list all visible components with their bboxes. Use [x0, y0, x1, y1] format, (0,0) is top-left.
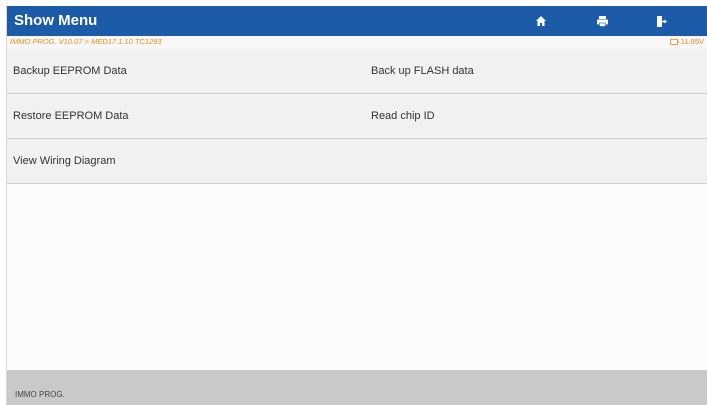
menu-item-backup-flash[interactable]: Back up FLASH data — [357, 49, 707, 93]
exit-icon[interactable] — [647, 6, 677, 36]
path-bar: IMMO PROG. V10.07 > MED17.1.10 TC1293 11… — [7, 36, 707, 49]
voltage-value: 11.95V — [680, 37, 704, 46]
menu-item-backup-eeprom[interactable]: Backup EEPROM Data — [7, 49, 357, 93]
home-icon[interactable] — [526, 6, 556, 36]
title-bar: Show Menu — [7, 6, 707, 36]
menu-row: Restore EEPROM Data Read chip ID — [7, 94, 707, 139]
menu-row: View Wiring Diagram — [7, 139, 707, 184]
battery-icon — [669, 38, 679, 45]
footer-bar: IMMO PROG. — [7, 370, 707, 405]
breadcrumb: IMMO PROG. V10.07 > MED17.1.10 TC1293 — [10, 37, 162, 46]
battery-voltage: 11.95V — [669, 37, 704, 46]
empty-area — [7, 184, 707, 376]
app-window: Show Menu IMMO PROG. V10.07 > MED17.1.10… — [6, 6, 707, 405]
menu-item-read-chip-id[interactable]: Read chip ID — [357, 94, 707, 138]
exit-icon-glyph — [657, 15, 667, 27]
menu-row: Backup EEPROM Data Back up FLASH data — [7, 49, 707, 94]
page-title: Show Menu — [14, 12, 98, 29]
function-menu: Backup EEPROM Data Back up FLASH data Re… — [7, 49, 707, 184]
print-icon[interactable] — [587, 6, 617, 36]
menu-item-view-wiring-diagram[interactable]: View Wiring Diagram — [7, 139, 357, 183]
menu-item-restore-eeprom[interactable]: Restore EEPROM Data — [7, 94, 357, 138]
print-icon-glyph — [596, 16, 608, 27]
home-icon-glyph — [536, 16, 546, 26]
footer-label: IMMO PROG. — [15, 390, 65, 399]
